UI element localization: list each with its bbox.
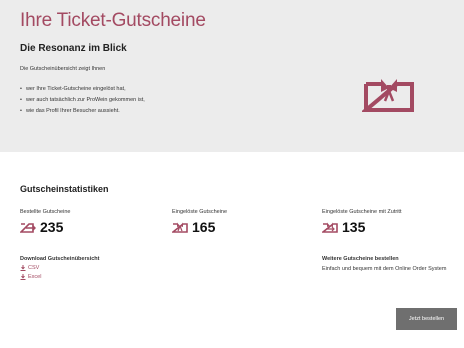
hero-bullet-list: wer Ihre Ticket-Gutscheine eingelöst hat… [20,84,145,117]
hero-intro: Die Gutscheinübersicht zeigt Ihnen [20,66,106,72]
order-section: Weitere Gutscheine bestellen Einfach und… [322,256,452,274]
hero-bullet: wer auch tatsächlich zur ProWein gekomme… [20,95,145,106]
stat-redeemed-vouchers: Eingelöste Gutscheine 165 [172,209,312,235]
stat-label: Bestellte Gutscheine [20,209,71,215]
download-icon [20,265,26,271]
stat-value: 235 [40,219,64,235]
order-now-button[interactable]: Jetzt bestellen [396,308,457,330]
stat-redeemed-with-entry: Eingelöste Gutscheine mit Zutritt 135 [322,209,462,235]
hero-bullet: wer Ihre Ticket-Gutscheine eingelöst hat… [20,84,145,95]
ticket-gift-icon [362,79,414,112]
download-section: Download Gutscheinübersicht CSV Excel [20,256,99,280]
page-title: Ihre Ticket-Gutscheine [20,10,206,31]
order-label: Weitere Gutscheine bestellen [322,256,399,262]
download-excel-label: Excel [28,274,42,280]
hero-panel: Ihre Ticket-Gutscheine Die Resonanz im B… [0,0,464,152]
download-csv-link[interactable]: CSV [20,265,99,271]
stat-label: Eingelöste Gutscheine mit Zutritt [322,209,402,215]
stat-label: Eingelöste Gutscheine [172,209,228,215]
hero-bullet: wie das Profil Ihrer Besucher aussieht. [20,106,145,117]
statistics-heading: Gutscheinstatistiken [20,184,109,194]
order-description: Einfach und bequem mit dem Online Order … [322,266,447,272]
stat-value: 165 [192,219,216,235]
stat-value: 135 [342,219,366,235]
download-icon [20,274,26,280]
download-label: Download Gutscheinübersicht [20,256,100,262]
hero-subtitle: Die Resonanz im Blick [20,43,127,54]
ticket-redeemed-icon [172,222,188,233]
download-excel-link[interactable]: Excel [20,274,99,280]
ticket-outgoing-icon [20,223,36,233]
ticket-entry-icon [322,222,338,233]
download-csv-label: CSV [28,265,40,271]
stat-ordered-vouchers: Bestellte Gutscheine 235 [20,209,160,235]
